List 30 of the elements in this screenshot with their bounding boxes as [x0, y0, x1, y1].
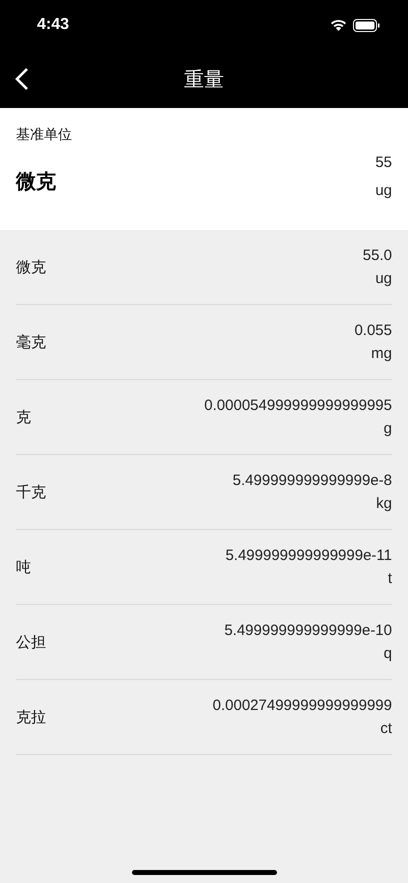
unit-symbol: ug — [375, 270, 392, 287]
status-time: 4:43 — [37, 16, 70, 34]
unit-symbol: t — [388, 570, 392, 587]
converted-value: 0.055 — [354, 322, 392, 339]
unit-name: 公担 — [16, 632, 46, 652]
unit-name: 毫克 — [16, 332, 46, 352]
unit-name: 千克 — [16, 482, 46, 502]
converted-value: 0.000054999999999999995 — [204, 397, 392, 414]
unit-symbol: kg — [376, 495, 392, 512]
base-unit-name: 微克 — [16, 170, 56, 195]
unit-symbol: mg — [371, 345, 392, 362]
unit-name: 克 — [16, 408, 31, 426]
unit-symbol: ct — [380, 720, 392, 737]
converted-value: 5.499999999999999e-10 — [224, 622, 392, 639]
converted-value: 55.0 — [362, 247, 392, 264]
unit-symbol: g — [384, 420, 392, 437]
converted-value: 0.00027499999999999999 — [212, 697, 392, 714]
converted-value: 5.499999999999999e-11 — [225, 547, 392, 564]
base-unit-symbol: ug — [375, 182, 392, 199]
unit-name: 微克 — [16, 258, 46, 276]
base-value: 55 — [375, 154, 392, 171]
converted-value: 5.499999999999999e-8 — [232, 472, 392, 489]
unit-name: 吨 — [16, 558, 31, 576]
base-unit-label: 基准单位 — [16, 126, 73, 144]
wifi-icon — [330, 19, 347, 31]
nav-title: 重量 — [184, 68, 224, 92]
unit-name: 克拉 — [16, 708, 46, 726]
unit-symbol: q — [384, 645, 392, 662]
battery-icon — [353, 18, 380, 32]
back-icon — [14, 67, 30, 91]
